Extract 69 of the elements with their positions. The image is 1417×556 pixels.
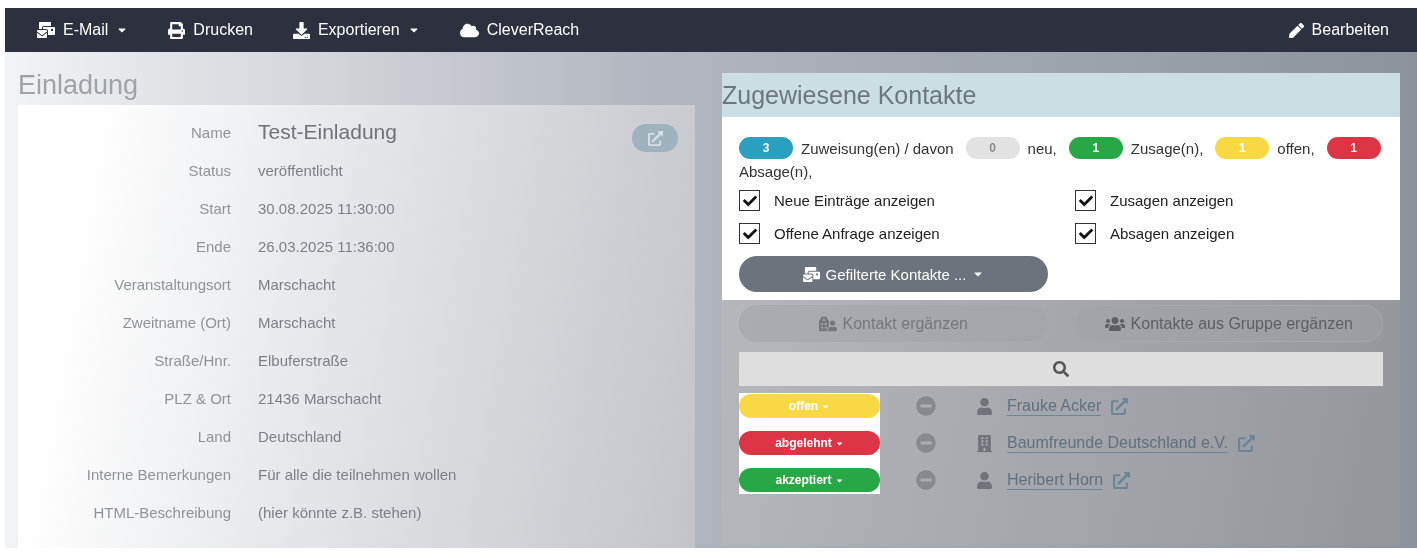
field-label: HTML-Beschreibung bbox=[93, 503, 231, 521]
field-value: veröffentlicht bbox=[258, 161, 343, 179]
search-field[interactable] bbox=[739, 352, 1383, 386]
nav-button[interactable]: Bearbeiten bbox=[1288, 21, 1389, 39]
summary-text: offen, bbox=[1277, 139, 1315, 157]
field-label: Veranstaltungsort bbox=[114, 275, 231, 293]
field-value: 21436 Marschacht bbox=[258, 389, 382, 407]
field-value: Test-Einladung bbox=[258, 120, 397, 144]
field-label: PLZ & Ort bbox=[164, 389, 231, 407]
remove-icon[interactable] bbox=[916, 433, 936, 453]
nav-button[interactable]: Drucken bbox=[168, 21, 253, 39]
checkbox[interactable] bbox=[739, 223, 760, 244]
building-icon bbox=[976, 434, 993, 452]
summary-text: Zusage(n), bbox=[1130, 139, 1204, 157]
external-link-icon bbox=[647, 130, 663, 146]
nav-button[interactable]: Exportieren bbox=[292, 21, 420, 39]
field-value: 30.08.2025 11:30:00 bbox=[258, 199, 395, 217]
search-icon bbox=[1053, 361, 1069, 377]
summary-text: Zuweisung(en) / davon bbox=[801, 139, 954, 157]
count-badge: 1 bbox=[1068, 137, 1123, 159]
field-label: Straße/Hnr. bbox=[154, 351, 231, 369]
mail-icon bbox=[802, 265, 820, 283]
remove-icon[interactable] bbox=[916, 396, 936, 416]
summary-text: neu, bbox=[1027, 139, 1057, 157]
filtered-contacts-button[interactable]: Gefilterte Kontakte ... bbox=[739, 256, 1048, 292]
field-label: Name bbox=[191, 123, 231, 141]
field-value: Marschacht bbox=[258, 313, 336, 331]
field-label: Land bbox=[197, 427, 231, 445]
summary-text: Absage(n), bbox=[739, 163, 813, 180]
panel-title: Zugewiesene Kontakte bbox=[722, 80, 977, 110]
field-label: Start bbox=[199, 199, 231, 217]
count-badge: 1 bbox=[1326, 137, 1381, 159]
checkbox-label: Neue Einträge anzeigen bbox=[774, 192, 935, 209]
checkbox[interactable] bbox=[1075, 190, 1096, 211]
page-heading: Einladung bbox=[18, 69, 140, 102]
mail-icon bbox=[37, 21, 55, 39]
count-badge: 1 bbox=[1215, 137, 1270, 159]
download-icon bbox=[292, 21, 310, 39]
external-link-icon[interactable] bbox=[1237, 434, 1255, 452]
field-label: Status bbox=[188, 161, 231, 179]
checkbox-label: Zusagen anzeigen bbox=[1110, 192, 1234, 209]
status-dropdown[interactable]: abgelehnt bbox=[739, 431, 880, 455]
print-icon bbox=[168, 21, 186, 39]
field-value: Elbuferstraße bbox=[258, 351, 349, 369]
building-user-icon bbox=[818, 314, 837, 333]
field-label: Zweitname (Ort) bbox=[122, 313, 231, 331]
field-value: Für alle die teilnehmen wollen bbox=[258, 465, 457, 483]
checkbox-label: Offene Anfrage anzeigen bbox=[774, 225, 940, 242]
nav-button[interactable]: E-Mail bbox=[37, 21, 129, 39]
field-value: (hier könnte z.B. stehen) bbox=[258, 503, 422, 521]
count-badge: 0 bbox=[965, 137, 1020, 159]
person-icon bbox=[976, 471, 993, 489]
external-link-icon[interactable] bbox=[1113, 471, 1131, 489]
remove-icon[interactable] bbox=[916, 470, 936, 490]
count-badge: 3 bbox=[739, 137, 793, 159]
field-value: 26.03.2025 11:36:00 bbox=[258, 237, 395, 255]
field-value: Marschacht bbox=[258, 275, 336, 293]
status-dropdown[interactable]: akzeptiert bbox=[739, 468, 880, 492]
external-link-icon[interactable] bbox=[1111, 397, 1129, 415]
field-label: Ende bbox=[195, 237, 231, 255]
open-external-button[interactable] bbox=[632, 124, 678, 152]
nav-button[interactable]: CleverReach bbox=[459, 20, 580, 40]
checkbox[interactable] bbox=[1075, 223, 1096, 244]
field-value: Deutschland bbox=[258, 427, 342, 445]
checkbox-label: Absagen anzeigen bbox=[1110, 225, 1235, 242]
field-label: Interne Bemerkungen bbox=[86, 465, 231, 483]
person-icon bbox=[976, 397, 993, 415]
pen-icon bbox=[1288, 22, 1304, 38]
checkbox[interactable] bbox=[739, 190, 760, 211]
